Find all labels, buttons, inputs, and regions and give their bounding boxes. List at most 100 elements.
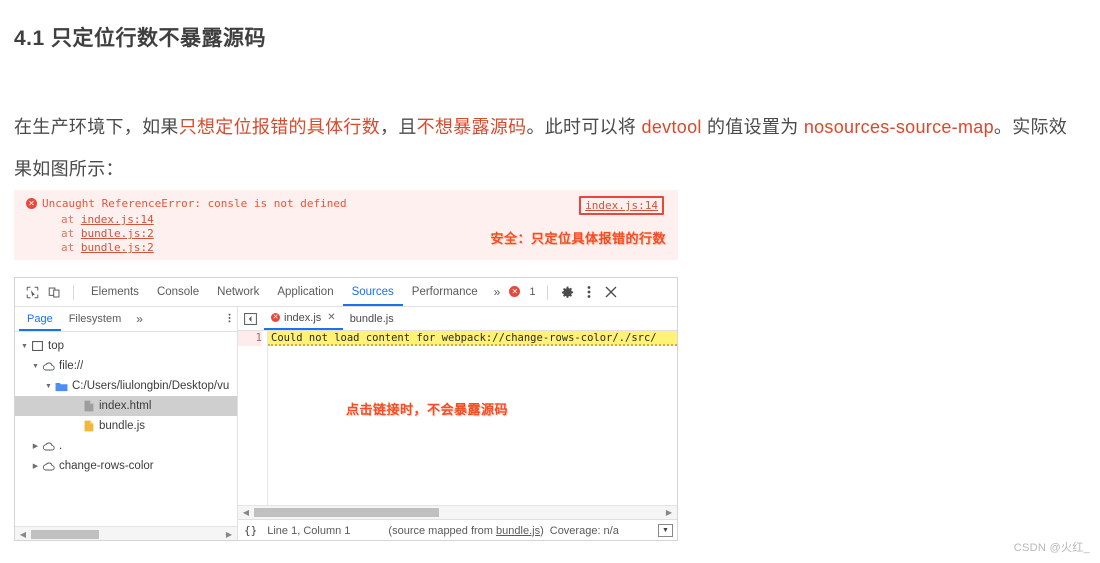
cursor-position: Line 1, Column 1 xyxy=(267,524,351,537)
coverage-info: Coverage: n/a xyxy=(549,524,619,537)
scrollbar-thumb[interactable] xyxy=(254,508,439,517)
twisty-icon[interactable]: ▶ xyxy=(30,442,41,450)
source-map-info: (source mapped from bundle.js) xyxy=(388,525,543,537)
tree-item-index-html[interactable]: index.html xyxy=(15,396,237,416)
editor-code-area[interactable]: Could not load content for webpack://cha… xyxy=(268,331,677,505)
tree-item-dot[interactable]: ▶ . xyxy=(15,436,237,456)
scrollbar-track[interactable] xyxy=(29,529,223,540)
para-seg-1: 在生产环境下，如果 xyxy=(14,117,179,137)
cloud-icon xyxy=(41,461,56,471)
editor-horizontal-scrollbar[interactable]: ◀ ▶ xyxy=(238,505,677,519)
navigator-tabs: Page Filesystem » xyxy=(15,307,237,332)
format-pretty-print-icon[interactable]: {} xyxy=(244,524,257,537)
csdn-watermark: CSDN @火红_ xyxy=(1013,542,1090,554)
source-map-file-link[interactable]: bundle.js xyxy=(496,525,540,537)
file-tree: ▼ top ▼ file:// ▼ C:/Users/liulongbin/De… xyxy=(15,332,237,526)
para-seg-3: 。此时可以将 xyxy=(526,117,642,137)
editor-tab-label: index.js xyxy=(284,311,322,324)
tree-item-top[interactable]: ▼ top xyxy=(15,336,237,356)
stack-link-0[interactable]: index.js:14 xyxy=(81,213,154,226)
tree-item-label: . xyxy=(59,440,63,452)
tree-item-label: bundle.js xyxy=(99,420,146,432)
console-source-link[interactable]: index.js:14 xyxy=(579,196,664,215)
error-count-badge[interactable]: ✕ 1 xyxy=(507,285,539,298)
file-js-icon xyxy=(81,420,96,432)
toolbar-divider xyxy=(547,284,549,300)
error-circle-icon: ✕ xyxy=(26,197,37,209)
navigator-more-options-icon[interactable] xyxy=(222,312,237,327)
stack-at-0: at xyxy=(61,213,75,226)
tab-sources[interactable]: Sources xyxy=(342,278,403,306)
cloud-icon xyxy=(41,361,56,371)
console-annotation: 安全：只定位具体报错的行数 xyxy=(490,231,666,246)
scroll-left-arrow-icon[interactable]: ◀ xyxy=(17,530,29,539)
tab-elements[interactable]: Elements xyxy=(82,278,148,306)
error-count-value: 1 xyxy=(529,286,536,298)
devtools-toolbar: Elements Console Network Application Sou… xyxy=(15,278,677,307)
stack-link-2[interactable]: bundle.js:2 xyxy=(81,241,154,254)
console-error-message: Uncaught ReferenceError: consle is not d… xyxy=(42,197,347,210)
devtools-body: Page Filesystem » ▼ top ▼ file:// ▼ C:/U… xyxy=(15,307,677,540)
tree-item-label: file:// xyxy=(59,360,84,372)
editor-status-bar: {} Line 1, Column 1 (source mapped from … xyxy=(238,519,677,540)
scrollbar-thumb[interactable] xyxy=(31,529,99,539)
tab-filesystem[interactable]: Filesystem xyxy=(61,307,130,331)
editor-tab-bundle-js[interactable]: bundle.js xyxy=(343,307,401,330)
tab-performance[interactable]: Performance xyxy=(403,278,487,306)
tab-page[interactable]: Page xyxy=(19,307,61,331)
folder-icon xyxy=(54,381,69,392)
console-error-block: ✕ Uncaught ReferenceError: consle is not … xyxy=(14,190,678,260)
twisty-icon[interactable]: ▼ xyxy=(30,363,41,370)
scrollbar-track[interactable] xyxy=(252,507,663,518)
stack-link-1[interactable]: bundle.js:2 xyxy=(81,227,154,240)
cloud-icon xyxy=(41,441,56,451)
close-tab-icon[interactable]: ✕ xyxy=(327,312,335,323)
code-editor[interactable]: 1 Could not load content for webpack://c… xyxy=(238,331,677,505)
twisty-icon[interactable]: ▼ xyxy=(19,343,30,350)
stack-frame: at bundle.js:2 xyxy=(61,241,154,255)
source-map-suffix: ) xyxy=(540,524,544,537)
more-tabs-icon[interactable]: » xyxy=(487,285,508,299)
more-options-icon[interactable] xyxy=(578,281,600,303)
navigator-horizontal-scrollbar[interactable]: ◀ ▶ xyxy=(15,526,237,540)
editor-tab-index-js[interactable]: ✕ index.js ✕ xyxy=(264,307,343,330)
para-highlight-1: 只想定位报错的具体行数 xyxy=(178,117,381,137)
tree-item-folder-path[interactable]: ▼ C:/Users/liulongbin/Desktop/vu xyxy=(15,376,237,396)
tree-item-label: change-rows-color xyxy=(59,460,154,472)
file-gray-icon xyxy=(81,400,96,412)
para-seg-4: 的值设置为 xyxy=(701,117,804,137)
editor-tab-bar: ✕ index.js ✕ bundle.js xyxy=(238,307,677,331)
tab-network[interactable]: Network xyxy=(208,278,268,306)
twisty-icon[interactable]: ▶ xyxy=(30,462,41,470)
para-highlight-2: 不想暴露源码 xyxy=(416,117,527,137)
error-circle-icon: ✕ xyxy=(509,285,521,297)
tree-item-label: index.html xyxy=(99,400,152,412)
tree-item-label: C:/Users/liulongbin/Desktop/vu xyxy=(72,380,230,392)
tree-item-change-rows-color[interactable]: ▶ change-rows-color xyxy=(15,456,237,476)
tab-application[interactable]: Application xyxy=(268,278,342,306)
tree-item-bundle-js[interactable]: bundle.js xyxy=(15,416,237,436)
gear-icon[interactable] xyxy=(556,281,578,303)
editor-tab-label: bundle.js xyxy=(349,312,394,325)
dock-to-bottom-icon[interactable]: ▼ xyxy=(658,524,673,537)
twisty-icon[interactable]: ▼ xyxy=(43,383,54,390)
navigator-more-icon[interactable]: » xyxy=(129,312,150,326)
show-navigator-icon[interactable] xyxy=(241,310,259,328)
line-number: 1 xyxy=(238,331,262,346)
tree-item-file-protocol[interactable]: ▼ file:// xyxy=(15,356,237,376)
error-circle-icon: ✕ xyxy=(271,313,280,322)
device-toolbar-icon[interactable] xyxy=(43,281,65,303)
inspect-element-icon[interactable] xyxy=(21,281,43,303)
page-title: 4.1 只定位行数不暴露源码 xyxy=(14,27,267,50)
scroll-right-arrow-icon[interactable]: ▶ xyxy=(663,508,675,517)
scroll-left-arrow-icon[interactable]: ◀ xyxy=(240,508,252,517)
tab-console[interactable]: Console xyxy=(148,278,208,306)
close-icon[interactable] xyxy=(600,281,622,303)
frame-icon xyxy=(30,341,45,351)
scroll-right-arrow-icon[interactable]: ▶ xyxy=(223,530,235,539)
stack-frame: at index.js:14 xyxy=(61,213,154,227)
editor-line-content: Could not load content for webpack://cha… xyxy=(268,331,677,346)
editor-gutter: 1 xyxy=(238,331,268,505)
editor-annotation: 点击链接时，不会暴露源码 xyxy=(346,402,509,417)
toolbar-divider xyxy=(73,284,74,300)
